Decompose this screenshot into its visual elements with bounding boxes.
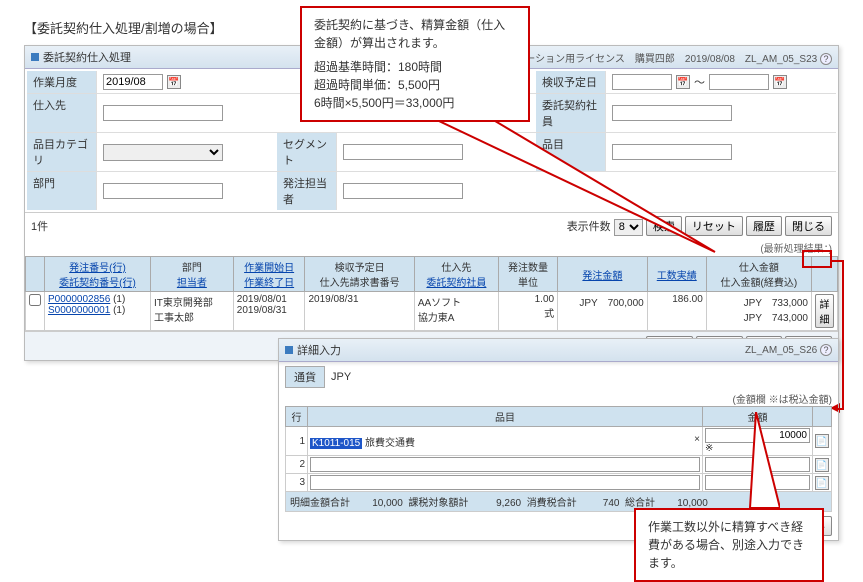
disp-lbl: 表示件数 (567, 221, 611, 233)
lbl-cat: 品目カテゴリ (27, 133, 97, 171)
lbl-dept: 部門 (27, 172, 97, 210)
help-icon[interactable]: ? (820, 53, 832, 65)
square-icon (285, 346, 293, 354)
lbl-emp: 委託契約社員 (536, 94, 606, 132)
th-po[interactable]: 発注番号(行) (69, 263, 126, 274)
panel2-header: 詳細入力 ZL_AM_05_S26 ? (279, 339, 838, 362)
work-month-input[interactable] (103, 74, 163, 90)
connector (838, 408, 844, 410)
close-button[interactable]: 閉じる (785, 216, 832, 236)
row-count: 1件 (31, 218, 48, 234)
po-link[interactable]: P0000002856 (48, 294, 110, 305)
orderer-input[interactable] (343, 183, 463, 199)
item-code[interactable]: K1011-015 (310, 438, 362, 449)
detail-row: 3📄 (286, 474, 832, 492)
detail-row: 2📄 (286, 456, 832, 474)
amount-input[interactable] (705, 475, 810, 490)
amount-input[interactable] (705, 457, 810, 472)
search-button[interactable]: 検索 (646, 216, 682, 236)
lbl-work-month: 作業月度 (27, 71, 97, 93)
supplier-input[interactable] (103, 105, 223, 121)
item-input[interactable] (310, 475, 700, 490)
segment-input[interactable] (343, 144, 463, 160)
emp-input[interactable] (612, 105, 732, 121)
item-input[interactable] (310, 457, 700, 472)
th-end[interactable]: 作業終了日 (244, 278, 294, 289)
callout-expense: 作業工数以外に精算すべき経費がある場合、別途入力できます。 (634, 508, 824, 582)
help-icon[interactable]: ? (820, 344, 832, 356)
th-pic[interactable]: 担当者 (177, 278, 207, 289)
ct-link[interactable]: S0000000001 (48, 305, 110, 316)
th-start[interactable]: 作業開始日 (244, 263, 294, 274)
th-emp[interactable]: 委託契約社員 (426, 278, 486, 289)
history-button[interactable]: 履歴 (746, 216, 782, 236)
lbl-inspect: 検収予定日 (536, 71, 606, 93)
lbl-supplier: 仕入先 (27, 94, 97, 132)
lbl-seg: セグメント (277, 133, 337, 171)
row-checkbox[interactable] (29, 294, 41, 306)
clear-icon[interactable]: × (694, 434, 700, 445)
inspect-to[interactable] (709, 74, 769, 90)
detail-row: 1 K1011-015 × 旅費交通費 ※ 📄 (286, 427, 832, 456)
callout-calc: 委託契約に基づき、精算金額（仕入金額）が算出されます。 超過基準時間：180時間… (300, 6, 530, 122)
table-row: P0000002856 (1)S0000000001 (1) IT東京開発部工事… (26, 292, 838, 331)
lbl-orderer: 発注担当者 (277, 172, 337, 210)
connector (842, 260, 844, 410)
currency-val: JPY (331, 371, 351, 383)
dept-input[interactable] (103, 183, 223, 199)
th-hrs[interactable]: 工数実績 (657, 271, 697, 282)
calendar-icon[interactable]: 📅 (167, 75, 181, 89)
calc-icon[interactable]: 📄 (815, 458, 829, 472)
reset-button[interactable]: リセット (685, 216, 743, 236)
disp-select[interactable]: 8 (614, 219, 643, 236)
square-icon (31, 53, 39, 61)
th-ct[interactable]: 委託契約番号(行) (59, 278, 136, 289)
result-table: 発注番号(行)委託契約番号(行) 部門担当者 作業開始日作業終了日 検収予定日仕… (25, 256, 838, 331)
calc-icon[interactable]: 📄 (815, 434, 829, 448)
amount-input[interactable] (705, 428, 810, 443)
th-amt[interactable]: 発注金額 (582, 271, 622, 282)
lbl-currency: 通貨 (285, 366, 325, 388)
note-tax: (金額欄 ※は税込金額) (285, 391, 832, 406)
lbl-item: 品目 (536, 133, 606, 171)
latest-note: (最新処理結果：) (25, 239, 838, 256)
panel-title: 委託契約仕入処理 (43, 52, 131, 64)
detail-button[interactable]: 詳細 (815, 294, 834, 328)
detail-table: 行品目金額 1 K1011-015 × 旅費交通費 ※ 📄 2📄 3📄 明細金額… (285, 406, 832, 512)
panel2-title: 詳細入力 (297, 345, 341, 357)
calendar-icon[interactable]: 📅 (773, 75, 787, 89)
category-select[interactable] (103, 144, 223, 161)
calc-icon[interactable]: 📄 (815, 476, 829, 490)
inspect-from[interactable] (612, 74, 672, 90)
calendar-icon[interactable]: 📅 (676, 75, 690, 89)
item-input[interactable] (612, 144, 732, 160)
